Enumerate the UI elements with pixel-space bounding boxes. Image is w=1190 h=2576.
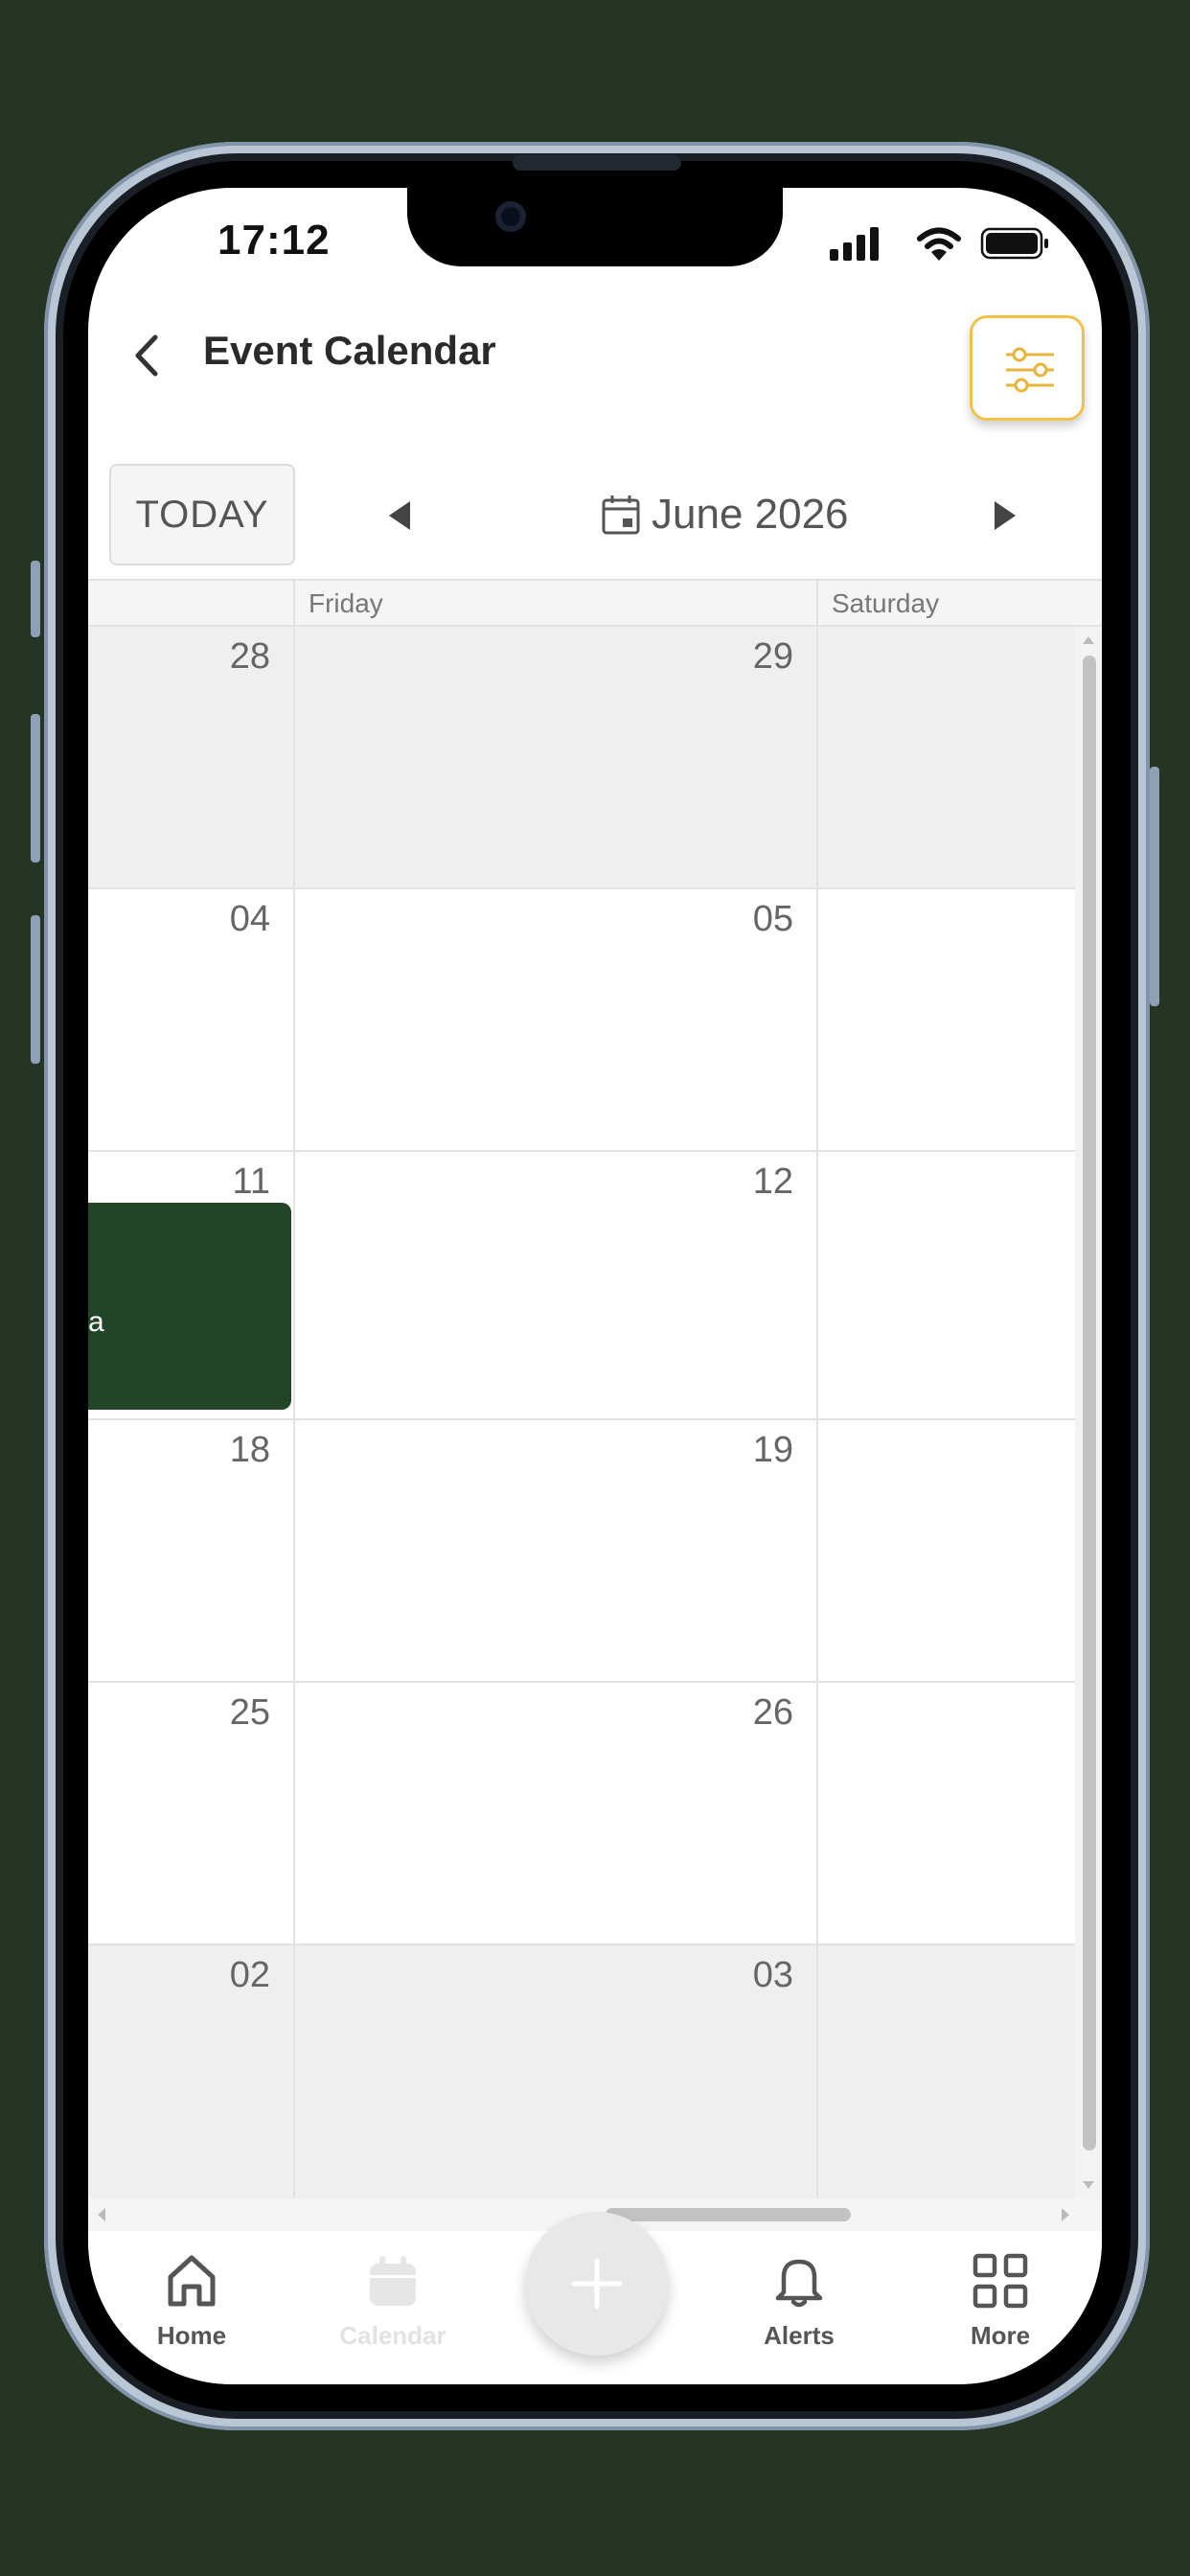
next-month-icon[interactable] xyxy=(991,499,1019,532)
day-header-row: Friday Saturday xyxy=(88,579,1102,627)
filter-button[interactable] xyxy=(970,315,1085,421)
nav-more-label: More xyxy=(970,2321,1031,2350)
signal-icon xyxy=(830,227,879,261)
column-divider xyxy=(293,1683,295,1944)
status-time: 17:12 xyxy=(217,217,331,264)
horizontal-scroll-thumb[interactable] xyxy=(606,2208,851,2221)
day-cell-number[interactable]: 11 xyxy=(174,1162,270,1203)
nav-home-label: Home xyxy=(156,2321,227,2350)
column-divider xyxy=(816,1945,818,2198)
status-icons xyxy=(830,227,1048,261)
column-divider xyxy=(816,889,818,1150)
day-cell-number[interactable]: 29 xyxy=(698,636,793,678)
column-divider xyxy=(293,1420,295,1681)
nav-calendar[interactable]: Calendar xyxy=(307,2250,479,2384)
vertical-scroll-thumb[interactable] xyxy=(1083,656,1096,2150)
power-button xyxy=(1150,767,1159,1006)
nav-home[interactable]: Home xyxy=(105,2250,278,2384)
day-cell-number[interactable]: 26 xyxy=(698,1692,793,1734)
calendar-icon xyxy=(602,495,640,535)
scroll-down-icon[interactable] xyxy=(1075,2175,1102,2195)
day-cell-number[interactable]: 18 xyxy=(174,1430,270,1471)
earpiece-speaker xyxy=(513,155,681,171)
week-row: 02 03 xyxy=(88,1945,1075,2198)
column-divider xyxy=(293,1945,295,2198)
wifi-icon xyxy=(917,227,961,261)
day-cell-number[interactable]: 19 xyxy=(698,1430,793,1471)
grid-icon xyxy=(973,2253,1028,2309)
nav-more[interactable]: More xyxy=(914,2250,1087,2384)
day-cell-number[interactable]: 04 xyxy=(174,899,270,940)
volume-down-button xyxy=(31,915,40,1064)
day-cell-number[interactable]: 03 xyxy=(698,1955,793,1996)
month-label[interactable]: June 2026 xyxy=(652,491,849,539)
day-header-saturday: Saturday xyxy=(832,588,940,618)
day-cell-number[interactable]: 28 xyxy=(174,636,270,678)
back-arrow-icon[interactable] xyxy=(126,332,165,380)
scroll-right-icon[interactable] xyxy=(1056,2198,1075,2231)
column-divider xyxy=(816,1683,818,1944)
week-row: 28 29 xyxy=(88,627,1075,889)
event-block[interactable]: a xyxy=(88,1203,291,1410)
plus-icon xyxy=(571,2258,623,2310)
nav-alerts[interactable]: Alerts xyxy=(713,2250,885,2384)
week-row: 04 05 xyxy=(88,889,1075,1152)
column-divider xyxy=(816,581,818,625)
column-divider xyxy=(293,581,295,625)
scroll-left-icon[interactable] xyxy=(92,2198,111,2231)
calendar-icon xyxy=(370,2256,416,2306)
page-title: Event Calendar xyxy=(203,328,496,373)
volume-up-button xyxy=(31,714,40,862)
bell-icon xyxy=(775,2259,823,2308)
vertical-scrollbar[interactable] xyxy=(1075,627,1102,2198)
mute-switch xyxy=(31,561,40,637)
today-button[interactable]: TODAY xyxy=(109,464,295,565)
day-cell-number[interactable]: 12 xyxy=(698,1162,793,1203)
day-cell-number[interactable]: 25 xyxy=(174,1692,270,1734)
battery-icon xyxy=(980,227,1048,260)
event-title: a xyxy=(88,1306,104,1338)
prev-month-icon[interactable] xyxy=(385,499,414,532)
app-screen: 17:12 Event Calendar TODAY June 2026 Fri… xyxy=(88,188,1102,2384)
column-divider xyxy=(293,627,295,887)
front-camera xyxy=(495,201,526,232)
week-row: 11 12 a xyxy=(88,1152,1075,1420)
home-icon xyxy=(168,2255,216,2307)
column-divider xyxy=(293,1152,295,1418)
add-event-button[interactable] xyxy=(525,2212,669,2356)
day-header-friday: Friday xyxy=(309,588,383,618)
column-divider xyxy=(816,627,818,887)
week-row: 18 19 xyxy=(88,1420,1075,1683)
nav-alerts-label: Alerts xyxy=(764,2321,835,2350)
scroll-up-icon[interactable] xyxy=(1075,631,1102,650)
week-row: 25 26 xyxy=(88,1683,1075,1945)
column-divider xyxy=(816,1420,818,1681)
day-cell-number[interactable]: 02 xyxy=(174,1955,270,1996)
day-cell-number[interactable]: 05 xyxy=(698,899,793,940)
column-divider xyxy=(816,1152,818,1418)
column-divider xyxy=(293,889,295,1150)
nav-calendar-label: Calendar xyxy=(339,2321,446,2350)
calendar-grid: 28 29 04 05 11 12 a 18 19 25 26 02 03 xyxy=(88,627,1075,2198)
sliders-icon xyxy=(1006,347,1054,393)
notch xyxy=(407,188,783,266)
